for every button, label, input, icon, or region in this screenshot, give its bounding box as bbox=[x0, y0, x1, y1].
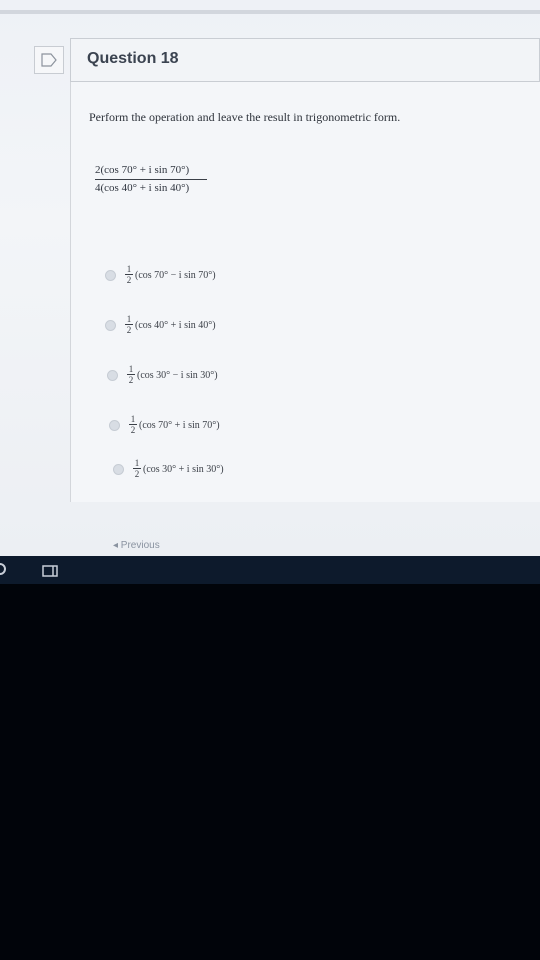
flag-icon bbox=[41, 53, 57, 67]
radio-button[interactable] bbox=[105, 320, 116, 331]
question-header: Question 18 bbox=[70, 38, 540, 82]
question-prompt: Perform the operation and leave the resu… bbox=[89, 110, 401, 124]
question-expression: 2(cos 70° + i sin 70°) 4(cos 40° + i sin… bbox=[95, 164, 207, 194]
question-title: Question 18 bbox=[87, 50, 179, 67]
dark-bezel bbox=[0, 584, 540, 960]
option-label: (cos 70° + i sin 70°) bbox=[139, 420, 220, 431]
question-body: Perform the operation and leave the resu… bbox=[70, 82, 540, 502]
top-divider bbox=[0, 10, 540, 14]
task-view-icon[interactable] bbox=[42, 565, 58, 577]
circle-icon[interactable] bbox=[0, 563, 6, 575]
taskbar bbox=[0, 556, 540, 584]
coefficient-fraction: 1 2 bbox=[125, 264, 133, 285]
coefficient-fraction: 1 2 bbox=[125, 314, 133, 335]
option-label: (cos 40° + i sin 40°) bbox=[135, 320, 216, 331]
coefficient-fraction: 1 2 bbox=[129, 414, 137, 435]
flag-question-button[interactable] bbox=[34, 46, 64, 74]
previous-button[interactable]: ◂ Previous bbox=[113, 540, 160, 551]
radio-button[interactable] bbox=[109, 420, 120, 431]
coefficient-fraction: 1 2 bbox=[127, 364, 135, 385]
radio-button[interactable] bbox=[105, 270, 116, 281]
coefficient-fraction: 1 2 bbox=[133, 458, 141, 479]
radio-button[interactable] bbox=[113, 464, 124, 475]
option-label: (cos 30° − i sin 30°) bbox=[137, 370, 218, 381]
expression-numerator: 2(cos 70° + i sin 70°) bbox=[95, 164, 190, 176]
radio-button[interactable] bbox=[107, 370, 118, 381]
fraction-bar bbox=[95, 179, 207, 180]
expression-denominator: 4(cos 40° + i sin 40°) bbox=[95, 182, 190, 194]
browser-screen: Question 18 Perform the operation and le… bbox=[0, 0, 540, 556]
option-label: (cos 30° + i sin 30°) bbox=[143, 464, 224, 475]
option-label: (cos 70° − i sin 70°) bbox=[135, 270, 216, 281]
